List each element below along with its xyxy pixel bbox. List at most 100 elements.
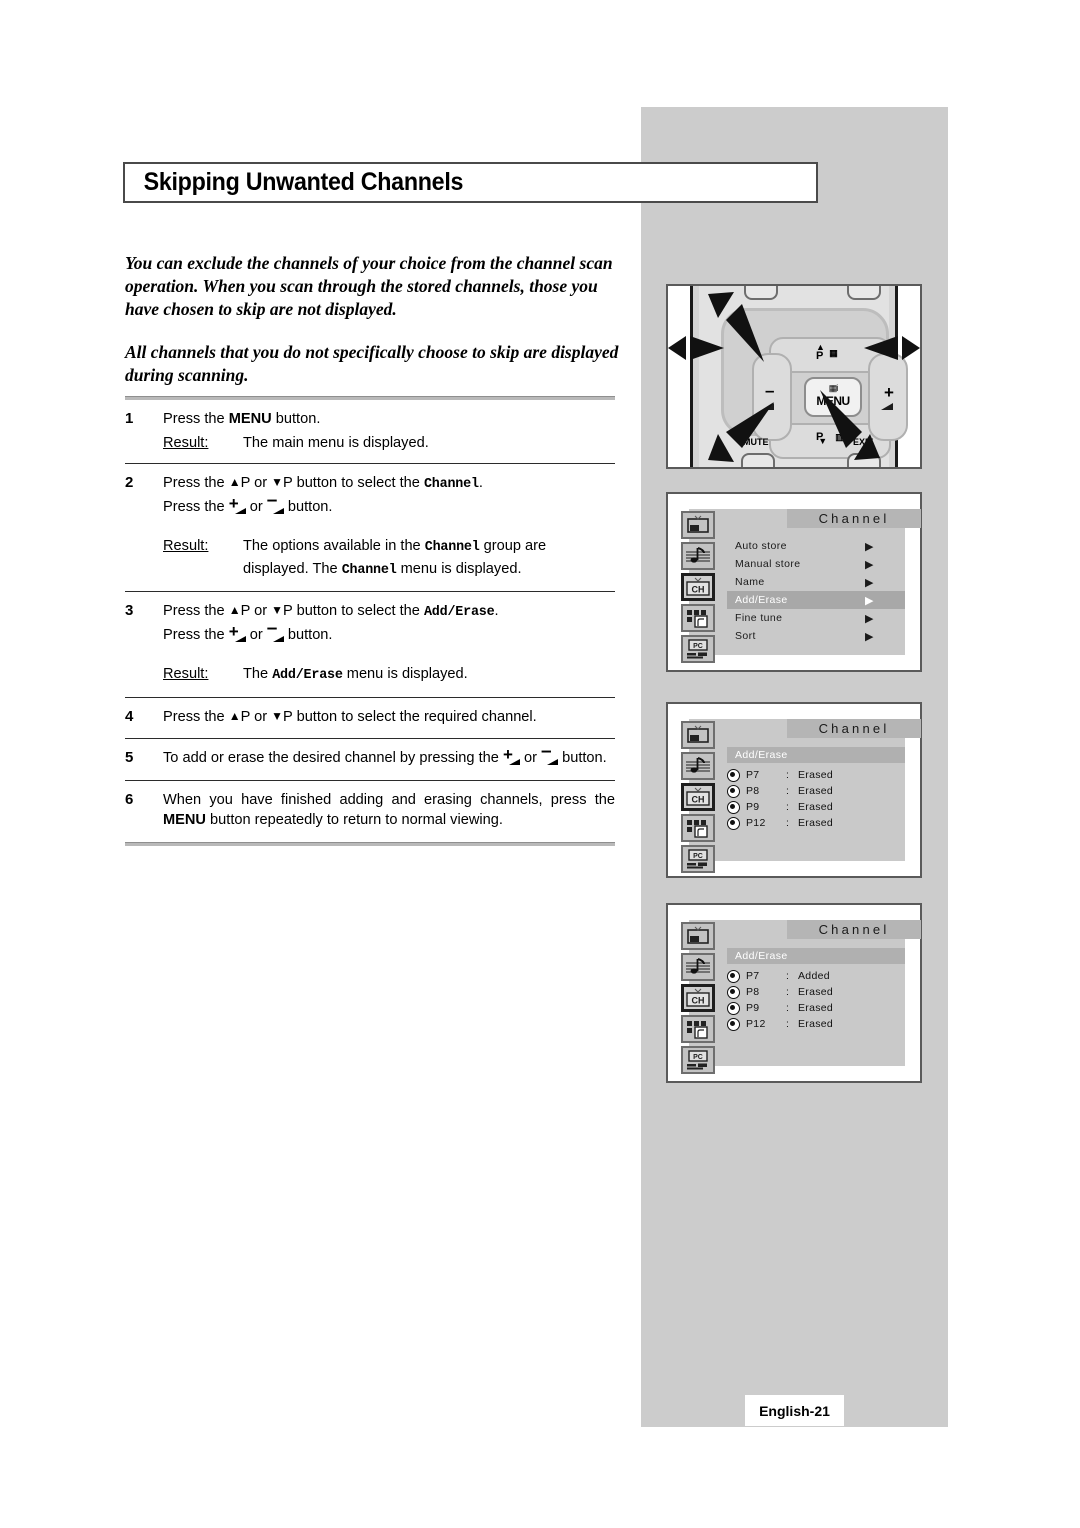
step-body: Press the ▲P or ▼P button to select the … [163, 601, 615, 687]
channel-state: Erased [798, 769, 834, 781]
step-text-mid2: P button to select the [283, 475, 424, 491]
p-up-arrow-icon: ▲ [228, 603, 241, 617]
osd-channel-row[interactable]: P7 : Erased [727, 767, 905, 783]
step-text: To add or erase the desired channel by p… [163, 742, 615, 769]
menu-button-label: MENU [163, 812, 206, 828]
add-erase-code: Add/Erase [423, 605, 495, 620]
volume-down-wedge-icon [762, 403, 774, 410]
step-text-pre: When you have finished adding and erasin… [163, 791, 615, 808]
chevron-right-icon: ▶ [865, 576, 874, 589]
osd-screen: CH PC Channel Auto store ▶ Manual store … [675, 501, 921, 663]
channel-colon: : [786, 1002, 790, 1014]
remote-body: ▲ P ▦ P ▼ ▥ + – ▦i MENU MUTE EXIT [690, 286, 908, 467]
step-text: When you have finished adding and erasin… [163, 790, 615, 831]
volume-up-key-label: + [884, 383, 894, 402]
channel-state: Added [798, 970, 830, 982]
step-text-post: . [478, 475, 483, 491]
osd-screen: CH PC Channel Add/Erase P7 : Added P8 : … [675, 912, 921, 1074]
channel-colon: : [786, 801, 790, 813]
p-up-key-label: ▲ P ▦ [816, 342, 838, 368]
sound-icon[interactable] [681, 752, 715, 780]
osd-channel-row[interactable]: P12 : Erased [727, 815, 905, 831]
channel-icon[interactable]: CH [681, 573, 715, 601]
osd-channel-row[interactable]: P9 : Erased [727, 1000, 905, 1016]
list-icon: ▥ [835, 432, 844, 442]
osd-channel-row[interactable]: P9 : Erased [727, 799, 905, 815]
osd-item-label: Fine tune [735, 612, 783, 624]
osd-menu-item[interactable]: Sort ▶ [727, 627, 905, 645]
step-text-post: . [494, 603, 499, 619]
list-icon: ▦ [829, 348, 838, 358]
picture-icon[interactable] [681, 922, 715, 950]
setup-icon[interactable] [681, 814, 715, 842]
remote-control-illustration: ▲ P ▦ P ▼ ▥ + – ▦i MENU MUTE EXIT [666, 284, 922, 469]
channel-program: P8 [746, 986, 760, 998]
volume-up-icon: + [229, 495, 246, 515]
p-up-arrow-icon: ▲ [228, 708, 241, 723]
step-text-mid2: P button to select the required channel. [283, 708, 537, 725]
pc-icon[interactable]: PC [681, 1046, 715, 1074]
sound-icon[interactable] [681, 953, 715, 981]
osd-item-label: Manual store [735, 558, 801, 570]
channel-code: Channel [423, 477, 479, 492]
channel-icon[interactable]: CH [681, 783, 715, 811]
osd-channel-list: P7 : Erased P8 : Erased P9 : Erased P12 … [727, 767, 905, 831]
step-item: 3 Press the ▲P or ▼P button to select th… [125, 592, 615, 697]
setup-icon[interactable] [681, 1015, 715, 1043]
p-up-letter: P [816, 350, 824, 362]
step-text-pre: Press the [163, 475, 229, 491]
pc-icon[interactable]: PC [681, 845, 715, 873]
step-body: Press the MENU button. Result: The main … [163, 409, 615, 453]
step-text-pre: Press the [163, 603, 229, 619]
svg-text:PC: PC [693, 1054, 703, 1061]
intro-paragraph-1: You can exclude the channels of your cho… [125, 253, 613, 319]
step-text2-post: button. [283, 498, 333, 515]
chevron-right-icon: ▶ [865, 630, 874, 643]
setup-icon[interactable] [681, 604, 715, 632]
osd-menu-item[interactable]: Name ▶ [727, 573, 905, 591]
step-item: 5 To add or erase the desired channel by… [125, 739, 615, 780]
osd-menu-item[interactable]: Auto store ▶ [727, 537, 905, 555]
svg-text:PC: PC [693, 643, 703, 650]
channel-bullet-icon [727, 969, 740, 983]
step-text-mid: P or [240, 475, 272, 491]
osd-menu-item-selected[interactable]: Add/Erase ▶ [727, 591, 905, 609]
osd-menu-item[interactable]: Manual store ▶ [727, 555, 905, 573]
step-body: When you have finished adding and erasin… [163, 790, 615, 832]
picture-icon[interactable] [681, 721, 715, 749]
channel-bullet-icon [727, 800, 740, 814]
p-down-key-label: P ▼ ▥ [816, 431, 847, 446]
osd-icon-column: CH PC [681, 922, 715, 1074]
picture-icon[interactable] [681, 511, 715, 539]
pc-icon[interactable]: PC [681, 635, 715, 663]
chevron-right-icon: ▶ [865, 540, 874, 553]
channel-program: P12 [746, 817, 766, 829]
osd-channel-list: P7 : Added P8 : Erased P9 : Erased P12 :… [727, 968, 905, 1032]
osd-channel-row[interactable]: P7 : Added [727, 968, 905, 984]
channel-bullet-icon [727, 768, 740, 782]
steps-list: 1 Press the MENU button. Result: The mai… [125, 396, 615, 846]
page-title: Skipping Unwanted Channels [143, 168, 464, 196]
osd-channel-row[interactable]: P8 : Erased [727, 783, 905, 799]
volume-up-wedge-icon [881, 403, 893, 410]
sound-icon[interactable] [681, 542, 715, 570]
osd-item-label: Add/Erase [735, 594, 788, 606]
menu-key[interactable]: ▦i MENU [804, 377, 862, 417]
osd-menu-item[interactable]: Fine tune ▶ [727, 609, 905, 627]
channel-colon: : [786, 769, 790, 781]
step-number: 1 [125, 410, 134, 427]
add-erase-code: Add/Erase [272, 668, 343, 683]
mute-key-label: MUTE [743, 437, 769, 447]
step-item: 4 Press the ▲P or ▼P button to select th… [125, 698, 615, 739]
channel-bullet-icon [727, 784, 740, 798]
channel-icon[interactable]: CH [681, 984, 715, 1012]
osd-channel-row[interactable]: P12 : Erased [727, 1016, 905, 1032]
channel-bullet-icon [727, 1017, 740, 1031]
volume-down-icon: – [267, 491, 284, 515]
step-body: To add or erase the desired channel by p… [163, 742, 615, 770]
osd-menu-list: Auto store ▶ Manual store ▶ Name ▶ Add/E… [727, 537, 905, 645]
remote-bottom-key-right [847, 453, 881, 467]
osd-item-label: Auto store [735, 540, 787, 552]
osd-channel-row[interactable]: P8 : Erased [727, 984, 905, 1000]
osd-submenu-band: Add/Erase [727, 948, 905, 964]
